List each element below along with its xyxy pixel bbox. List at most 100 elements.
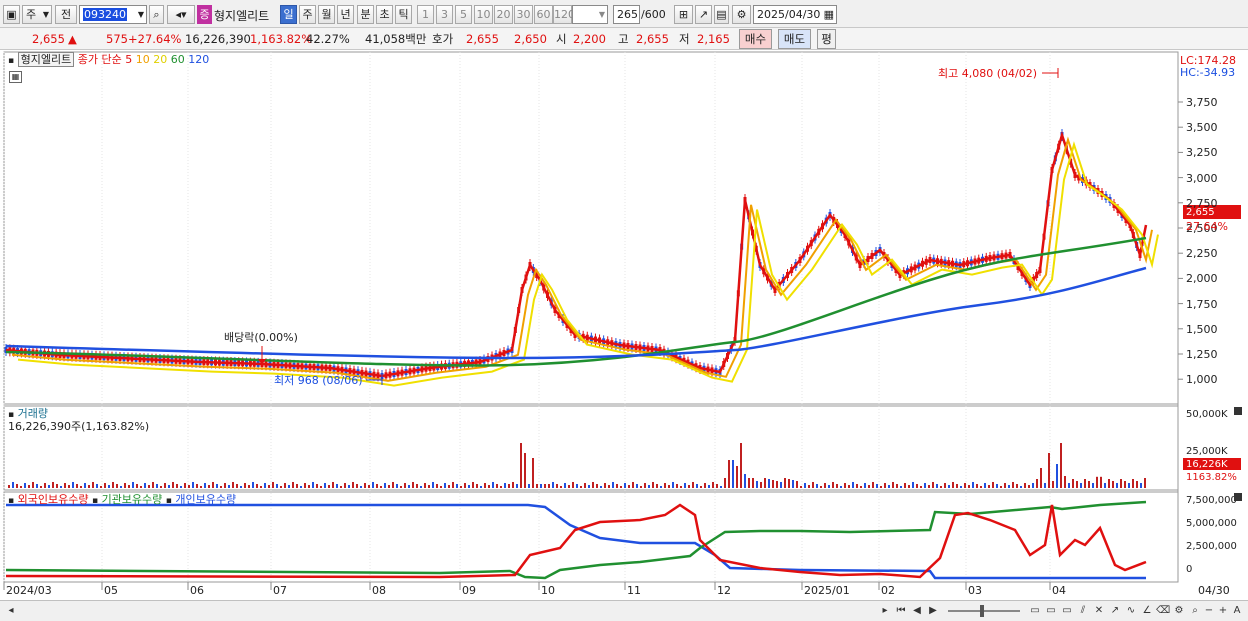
maximize-icon[interactable] bbox=[1234, 493, 1242, 501]
zoom-icon[interactable]: ⌕ bbox=[1188, 604, 1202, 618]
next-page-icon[interactable]: ▶ bbox=[926, 604, 940, 618]
volume-bar bbox=[184, 483, 186, 488]
wave-tool-icon[interactable]: ∿ bbox=[1124, 604, 1138, 618]
line-tool-icon[interactable]: ⫽ bbox=[1076, 604, 1090, 618]
volume-bar bbox=[644, 483, 646, 488]
period-day[interactable]: 일 bbox=[280, 5, 297, 24]
first-page-icon[interactable]: ⏮ bbox=[894, 604, 908, 618]
volume-bar bbox=[224, 483, 226, 488]
scroll-bar[interactable]: ◂ ▸ ⏮ ◀ ▶ ▭ ▭ ▭ ⫽ ✕ ↗ ∿ ∠ ⌫ ⚙ ⌕ − + A bbox=[0, 600, 1248, 621]
plus-icon[interactable]: + bbox=[1216, 604, 1230, 618]
trade-amount: 41,058백만 bbox=[365, 32, 427, 46]
layout3-icon[interactable]: ▭ bbox=[1060, 604, 1074, 618]
market-select[interactable]: 주 ▼ bbox=[22, 5, 52, 24]
eraser-icon[interactable]: ⌫ bbox=[1156, 604, 1170, 618]
cross-tool-icon[interactable]: ✕ bbox=[1092, 604, 1106, 618]
period-tick[interactable]: 틱 bbox=[395, 5, 412, 24]
window-icon[interactable]: ▣ bbox=[3, 5, 20, 24]
volume-bar bbox=[1020, 486, 1022, 488]
volume-bar bbox=[1036, 479, 1038, 488]
volume-bar bbox=[112, 482, 114, 488]
stock-code-input[interactable]: 093240 ▼ bbox=[79, 5, 147, 24]
count-input[interactable]: 265 bbox=[613, 5, 640, 24]
volume-bar bbox=[244, 483, 246, 488]
volume-bar bbox=[188, 485, 190, 488]
price-axis-label: 1,750 bbox=[1186, 297, 1218, 311]
volume-bar bbox=[908, 485, 910, 488]
volume-bar bbox=[428, 485, 430, 488]
interval-30[interactable]: 30 bbox=[514, 5, 533, 24]
interval-20[interactable]: 20 bbox=[494, 5, 513, 24]
gear-icon[interactable]: ⚙ bbox=[732, 5, 751, 24]
interval-1[interactable]: 1 bbox=[417, 5, 434, 24]
volume-bar bbox=[540, 484, 542, 488]
volume-bar bbox=[592, 482, 594, 488]
volume-bar bbox=[24, 483, 26, 488]
period-year[interactable]: 년 bbox=[337, 5, 354, 24]
low-note: 최저 968 (08/06) bbox=[274, 374, 363, 387]
buy-button[interactable]: 매수 bbox=[739, 29, 772, 49]
font-size-icon[interactable]: A bbox=[1230, 604, 1244, 618]
volume-bar bbox=[388, 485, 390, 488]
interval-input[interactable]: ▼ bbox=[572, 5, 608, 24]
volume-bar bbox=[324, 483, 326, 488]
eval-button[interactable]: 평 bbox=[817, 29, 836, 49]
period-week[interactable]: 주 bbox=[299, 5, 316, 24]
hc-value: HC:-34.93 bbox=[1180, 66, 1236, 79]
volume-bar bbox=[784, 478, 786, 488]
volume-bar bbox=[652, 482, 654, 488]
period-month[interactable]: 월 bbox=[318, 5, 335, 24]
volume-bar bbox=[232, 482, 234, 488]
sell-button[interactable]: 매도 bbox=[778, 29, 811, 49]
layout-icon[interactable]: ▭ bbox=[1028, 604, 1042, 618]
chart-area[interactable]: ▪ 형지엘리트 종가 단순 5 10 20 60 120 ▦ 최고 4,080 … bbox=[0, 50, 1248, 600]
volume-bar bbox=[1068, 483, 1070, 488]
interval-3[interactable]: 3 bbox=[436, 5, 453, 24]
volume-bar bbox=[1100, 476, 1102, 488]
zoom-slider-thumb[interactable] bbox=[980, 605, 984, 617]
save-icon[interactable]: ▤ bbox=[714, 5, 729, 24]
volume-bar bbox=[296, 484, 298, 488]
date-input[interactable]: 2025/04/30 ▦ bbox=[753, 5, 837, 24]
trend-tool-icon[interactable]: ↗ bbox=[1108, 604, 1122, 618]
maximize-icon[interactable] bbox=[1234, 407, 1242, 415]
price-pct-tag: 27.64% bbox=[1186, 220, 1228, 233]
volume-bar bbox=[804, 483, 806, 488]
interval-10[interactable]: 10 bbox=[474, 5, 493, 24]
chart-stock-name[interactable]: 형지엘리트 bbox=[17, 52, 75, 67]
draw-icon[interactable]: ↗ bbox=[695, 5, 712, 24]
volume-bar bbox=[92, 482, 94, 488]
square-icon: ▪ bbox=[8, 56, 15, 66]
speaker-icon[interactable]: ◂▾ bbox=[167, 5, 195, 24]
angle-tool-icon[interactable]: ∠ bbox=[1140, 604, 1154, 618]
table-icon[interactable]: ▦ bbox=[9, 71, 22, 83]
period-minute[interactable]: 분 bbox=[357, 5, 374, 24]
period-second[interactable]: 초 bbox=[376, 5, 393, 24]
minus-icon[interactable]: − bbox=[1202, 604, 1216, 618]
volume-bar bbox=[228, 485, 230, 488]
volume-bar bbox=[500, 486, 502, 488]
volume-bar bbox=[444, 483, 446, 488]
scroll-left-icon[interactable]: ◂ bbox=[4, 604, 18, 618]
volume-bar bbox=[40, 486, 42, 488]
volume-bar bbox=[1004, 483, 1006, 488]
volume-bar bbox=[88, 485, 90, 488]
layout2-icon[interactable]: ▭ bbox=[1044, 604, 1058, 618]
volume-bar bbox=[568, 485, 570, 488]
scroll-right-icon[interactable]: ▸ bbox=[878, 604, 892, 618]
prev-button[interactable]: 전 bbox=[55, 5, 77, 24]
settings-icon[interactable]: ⚙ bbox=[1172, 604, 1186, 618]
volume-bar bbox=[488, 485, 490, 488]
zoom-slider-track[interactable] bbox=[948, 610, 1020, 612]
interval-5[interactable]: 5 bbox=[455, 5, 472, 24]
search-icon[interactable]: ⌕ bbox=[149, 5, 164, 24]
hoga-label: 호가 bbox=[432, 32, 454, 46]
volume-bar bbox=[472, 482, 474, 488]
prev-page-icon[interactable]: ◀ bbox=[910, 604, 924, 618]
volume-bar bbox=[400, 486, 402, 488]
holding-legend: ▪ 외국인보유수량 ▪ 기관보유수량 ▪ 개인보유수량 bbox=[8, 493, 237, 506]
interval-60[interactable]: 60 bbox=[534, 5, 553, 24]
up-arrow-icon: ▲ bbox=[68, 32, 77, 46]
interval-120[interactable]: 120 bbox=[553, 5, 575, 24]
crosshair-icon[interactable]: ⊞ bbox=[674, 5, 693, 24]
